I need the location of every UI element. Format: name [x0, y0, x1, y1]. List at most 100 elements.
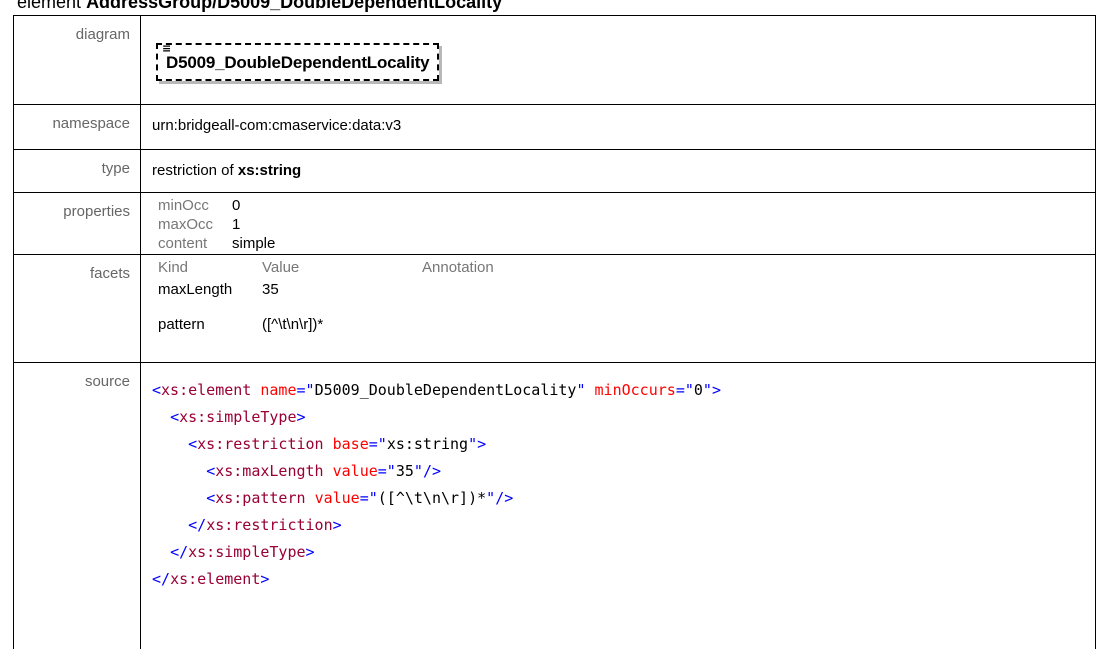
page-title-prefix: element	[17, 0, 82, 12]
source-line: <xs:restriction base="xs:string">	[152, 431, 1095, 458]
source-attr-value: 0	[693, 381, 703, 399]
source-punct: ="	[359, 489, 378, 507]
source-tag: xs:element	[161, 381, 252, 399]
row-type: type restriction of xs:string	[13, 149, 1096, 193]
facets-header: Kind Value Annotation	[158, 258, 1095, 277]
source-punct: "	[413, 462, 423, 480]
source-line: </xs:element>	[152, 566, 1095, 593]
source-attr-name: name	[260, 381, 297, 399]
source-punct: >	[477, 435, 487, 453]
source-tag: xs:restriction	[197, 435, 324, 453]
source-line: </xs:simpleType>	[152, 539, 1095, 566]
row-properties: properties minOcc 0 maxOcc 1 content simple	[13, 192, 1096, 255]
facet-row: pattern ([^\t\n\r])*	[158, 312, 1095, 337]
facet-kind: maxLength	[158, 281, 233, 298]
source-punct: <	[206, 462, 216, 480]
source-attr-value: ([^\t\n\r])*	[377, 489, 487, 507]
property-value: 0	[232, 197, 241, 214]
facet-kind: pattern	[158, 316, 205, 333]
source-line: <xs:maxLength value="35"/>	[152, 458, 1095, 485]
type-base-link[interactable]: xs:string	[238, 162, 301, 179]
facets-table: Kind Value Annotation maxLength 35 patte…	[141, 255, 1095, 337]
facets-header-value: Value	[262, 259, 300, 276]
row-value-properties: minOcc 0 maxOcc 1 content simple	[140, 192, 1096, 255]
row-value-diagram: ≡ D5009_DoubleDependentLocality	[140, 15, 1096, 105]
source-punct: ="	[368, 435, 387, 453]
source-punct: >	[305, 543, 315, 561]
row-label-namespace: namespace	[13, 104, 141, 150]
page-title-name: AddressGroup/D5009_DoubleDependentLocali…	[86, 0, 503, 12]
source-punct: </	[188, 516, 207, 534]
element-lines-icon: ≡	[162, 42, 172, 55]
source-punct: "	[468, 435, 478, 453]
property-key: minOcc	[158, 197, 209, 214]
element-doc-table: diagram ≡ D5009_DoubleDependentLocality …	[13, 15, 1096, 649]
source-punct: <	[170, 408, 180, 426]
row-value-type: restriction of xs:string	[140, 149, 1096, 193]
source-punct: />	[495, 489, 514, 507]
property-row: maxOcc 1	[158, 215, 1095, 234]
row-label-source: source	[13, 362, 141, 649]
source-line: <xs:element name="D5009_DoubleDependentL…	[152, 377, 1095, 404]
element-diagram-box[interactable]: ≡ D5009_DoubleDependentLocality	[156, 42, 440, 81]
row-source: source <xs:element name="D5009_DoubleDep…	[13, 362, 1096, 649]
source-tag: xs:pattern	[215, 489, 306, 507]
source-attr-name: value	[314, 489, 360, 507]
row-value-namespace: urn:bridgeall-com:cmaservice:data:v3	[140, 104, 1096, 150]
property-row: content simple	[158, 234, 1095, 253]
type-value: restriction of xs:string	[152, 150, 1095, 179]
source-punct: <	[206, 489, 216, 507]
page-title: element AddressGroup/D5009_DoubleDepende…	[17, 0, 502, 13]
row-namespace: namespace urn:bridgeall-com:cmaservice:d…	[13, 104, 1096, 150]
namespace-value: urn:bridgeall-com:cmaservice:data:v3	[152, 117, 402, 134]
source-punct: "	[576, 381, 586, 399]
facets-header-kind: Kind	[158, 259, 189, 276]
properties-list: minOcc 0 maxOcc 1 content simple	[141, 193, 1095, 253]
diagram-element-name: D5009_DoubleDependentLocality	[166, 53, 430, 72]
type-prefix: restriction of	[152, 162, 234, 179]
source-punct: <	[188, 435, 198, 453]
property-key: maxOcc	[158, 216, 214, 233]
source-attr-value: D5009_DoubleDependentLocality	[314, 381, 577, 399]
row-diagram: diagram ≡ D5009_DoubleDependentLocality	[13, 15, 1096, 105]
source-punct: >	[260, 570, 270, 588]
source-punct: ="	[377, 462, 396, 480]
facet-row: maxLength 35	[158, 277, 1095, 302]
source-attr-name: minOccurs	[594, 381, 676, 399]
facet-value: ([^\t\n\r])*	[262, 316, 324, 333]
source-code-block: <xs:element name="D5009_DoubleDependentL…	[140, 362, 1096, 649]
facet-value: 35	[262, 281, 279, 298]
source-punct: </	[170, 543, 189, 561]
source-line: <xs:pattern value="([^\t\n\r])*"/>	[152, 485, 1095, 512]
row-label-type: type	[13, 149, 141, 193]
source-punct: ="	[296, 381, 315, 399]
source-attr-name: value	[332, 462, 378, 480]
source-tag: xs:element	[170, 570, 261, 588]
source-line: <xs:simpleType>	[152, 404, 1095, 431]
source-punct: />	[422, 462, 441, 480]
source-tag: xs:simpleType	[179, 408, 297, 426]
source-attr-name: base	[332, 435, 369, 453]
row-facets: facets Kind Value Annotation maxLength 3…	[13, 254, 1096, 363]
row-value-facets: Kind Value Annotation maxLength 35 patte…	[140, 254, 1096, 363]
source-punct: "	[486, 489, 496, 507]
source-tag: xs:restriction	[206, 516, 333, 534]
row-label-facets: facets	[13, 254, 141, 363]
property-value: 1	[232, 216, 241, 233]
row-label-properties: properties	[13, 192, 141, 255]
property-value: simple	[232, 235, 276, 252]
source-attr-value: xs:string	[386, 435, 469, 453]
source-punct: <	[152, 381, 162, 399]
source-punct: ="	[675, 381, 694, 399]
source-punct: "	[702, 381, 712, 399]
property-row: minOcc 0	[158, 196, 1095, 215]
source-punct: >	[332, 516, 342, 534]
source-line: </xs:restriction>	[152, 512, 1095, 539]
source-punct: </	[152, 570, 171, 588]
source-tag: xs:simpleType	[188, 543, 306, 561]
source-tag: xs:maxLength	[215, 462, 324, 480]
property-key: content	[158, 235, 208, 252]
row-label-diagram: diagram	[13, 15, 141, 105]
source-attr-value: 35	[395, 462, 414, 480]
source-punct: >	[296, 408, 306, 426]
